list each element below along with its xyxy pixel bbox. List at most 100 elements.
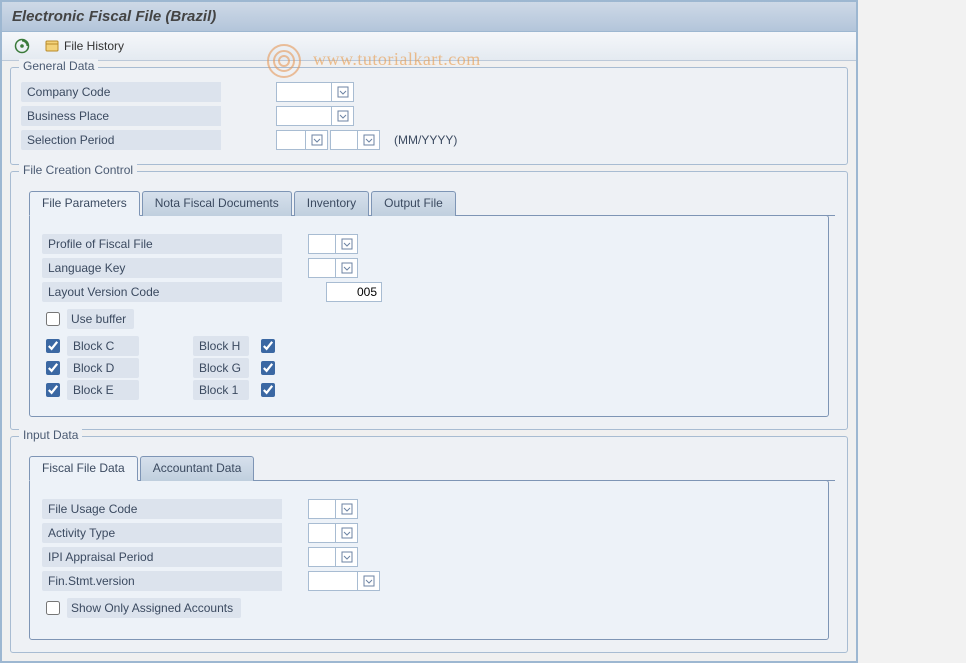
label-block-h: Block H: [193, 336, 249, 356]
label-company-code: Company Code: [21, 82, 221, 102]
show-assigned-checkbox[interactable]: [46, 601, 60, 615]
row-file-usage: File Usage Code: [42, 499, 816, 519]
ipi-f4[interactable]: [336, 547, 358, 567]
f4-icon: [341, 551, 353, 563]
business-place-f4[interactable]: [332, 106, 354, 126]
label-block-d: Block D: [67, 358, 139, 378]
f4-icon: [311, 134, 323, 146]
block-d-checkbox[interactable]: [46, 361, 60, 375]
tab-accountant-data[interactable]: Accountant Data: [140, 456, 255, 481]
page-title: Electronic Fiscal File (Brazil): [12, 8, 216, 25]
row-layout-ver: Layout Version Code: [42, 282, 816, 302]
f4-icon: [341, 262, 353, 274]
tab-body-file-parameters: Profile of Fiscal File Language Key: [29, 215, 829, 417]
row-show-assigned: Show Only Assigned Accounts: [42, 595, 816, 621]
file-history-button[interactable]: File History: [40, 36, 128, 56]
file-usage-f4[interactable]: [336, 499, 358, 519]
block-1-checkbox[interactable]: [261, 383, 275, 397]
block-g-checkbox[interactable]: [261, 361, 275, 375]
group-general-data: General Data Company Code Business Place…: [10, 67, 848, 165]
label-lang-key: Language Key: [42, 258, 282, 278]
row-business-place: Business Place: [21, 106, 837, 126]
label-fin-stmt: Fin.Stmt.version: [42, 571, 282, 591]
tabs-filectrl: File Parameters Nota Fiscal Documents In…: [29, 190, 835, 216]
tab-body-fiscal-file: File Usage Code Activity Type: [29, 480, 829, 640]
file-usage-input[interactable]: [308, 499, 336, 519]
f4-icon: [337, 86, 349, 98]
business-place-input[interactable]: [276, 106, 332, 126]
row-block-e1: Block E Block 1: [42, 380, 816, 400]
company-code-f4[interactable]: [332, 82, 354, 102]
label-selection-period: Selection Period: [21, 130, 221, 150]
tab-output-file[interactable]: Output File: [371, 191, 456, 216]
label-block-c: Block C: [67, 336, 139, 356]
execute-icon: [14, 38, 30, 54]
activity-type-input[interactable]: [308, 523, 336, 543]
use-buffer-checkbox[interactable]: [46, 312, 60, 326]
lang-key-f4[interactable]: [336, 258, 358, 278]
row-fin-stmt: Fin.Stmt.version: [42, 571, 816, 591]
group-file-creation-control: File Creation Control File Parameters No…: [10, 171, 848, 430]
row-block-dg: Block D Block G: [42, 358, 816, 378]
group-title-input: Input Data: [19, 428, 82, 442]
lang-key-input[interactable]: [308, 258, 336, 278]
label-layout-ver: Layout Version Code: [42, 282, 282, 302]
tabstrip-input: Fiscal File Data Accountant Data File Us…: [23, 455, 835, 640]
fin-stmt-input[interactable]: [308, 571, 358, 591]
group-input-data: Input Data Fiscal File Data Accountant D…: [10, 436, 848, 653]
label-block-e: Block E: [67, 380, 139, 400]
label-profile: Profile of Fiscal File: [42, 234, 282, 254]
file-history-icon: [44, 38, 60, 54]
label-file-usage: File Usage Code: [42, 499, 282, 519]
period-format-hint: (MM/YYYY): [394, 133, 457, 147]
window: Electronic Fiscal File (Brazil) File His…: [0, 0, 858, 663]
row-lang-key: Language Key: [42, 258, 816, 278]
execute-button[interactable]: [10, 36, 34, 56]
tabs-input: Fiscal File Data Accountant Data: [29, 455, 835, 481]
f4-icon: [363, 134, 375, 146]
selection-period-to-f4[interactable]: [358, 130, 380, 150]
tab-fiscal-file-data[interactable]: Fiscal File Data: [29, 456, 138, 481]
row-ipi: IPI Appraisal Period: [42, 547, 816, 567]
f4-icon: [341, 238, 353, 250]
row-profile: Profile of Fiscal File: [42, 234, 816, 254]
f4-icon: [341, 527, 353, 539]
titlebar: Electronic Fiscal File (Brazil): [2, 2, 856, 32]
group-title-filectrl: File Creation Control: [19, 163, 137, 177]
tab-nota-fiscal-documents[interactable]: Nota Fiscal Documents: [142, 191, 292, 216]
label-business-place: Business Place: [21, 106, 221, 126]
tab-file-parameters[interactable]: File Parameters: [29, 191, 140, 216]
selection-period-to-input[interactable]: [330, 130, 358, 150]
label-show-assigned: Show Only Assigned Accounts: [67, 598, 241, 618]
block-c-checkbox[interactable]: [46, 339, 60, 353]
group-title-general: General Data: [19, 59, 98, 73]
label-block-g: Block G: [193, 358, 249, 378]
f4-icon: [341, 503, 353, 515]
block-e-checkbox[interactable]: [46, 383, 60, 397]
selection-period-from-f4[interactable]: [306, 130, 328, 150]
selection-period-from-input[interactable]: [276, 130, 306, 150]
row-company-code: Company Code: [21, 82, 837, 102]
layout-ver-input[interactable]: [326, 282, 382, 302]
block-h-checkbox[interactable]: [261, 339, 275, 353]
ipi-input[interactable]: [308, 547, 336, 567]
application-toolbar: File History: [2, 32, 856, 61]
file-history-label: File History: [64, 39, 124, 53]
f4-icon: [337, 110, 349, 122]
profile-f4[interactable]: [336, 234, 358, 254]
tab-inventory[interactable]: Inventory: [294, 191, 369, 216]
fin-stmt-f4[interactable]: [358, 571, 380, 591]
tabstrip-filectrl: File Parameters Nota Fiscal Documents In…: [23, 190, 835, 417]
profile-input[interactable]: [308, 234, 336, 254]
row-selection-period: Selection Period (MM/YYYY): [21, 130, 837, 150]
label-use-buffer: Use buffer: [67, 309, 134, 329]
label-activity-type: Activity Type: [42, 523, 282, 543]
activity-type-f4[interactable]: [336, 523, 358, 543]
f4-icon: [363, 575, 375, 587]
company-code-input[interactable]: [276, 82, 332, 102]
row-block-ch: Block C Block H: [42, 336, 816, 356]
row-activity-type: Activity Type: [42, 523, 816, 543]
row-use-buffer: Use buffer: [42, 306, 816, 332]
label-ipi: IPI Appraisal Period: [42, 547, 282, 567]
label-block-1: Block 1: [193, 380, 249, 400]
